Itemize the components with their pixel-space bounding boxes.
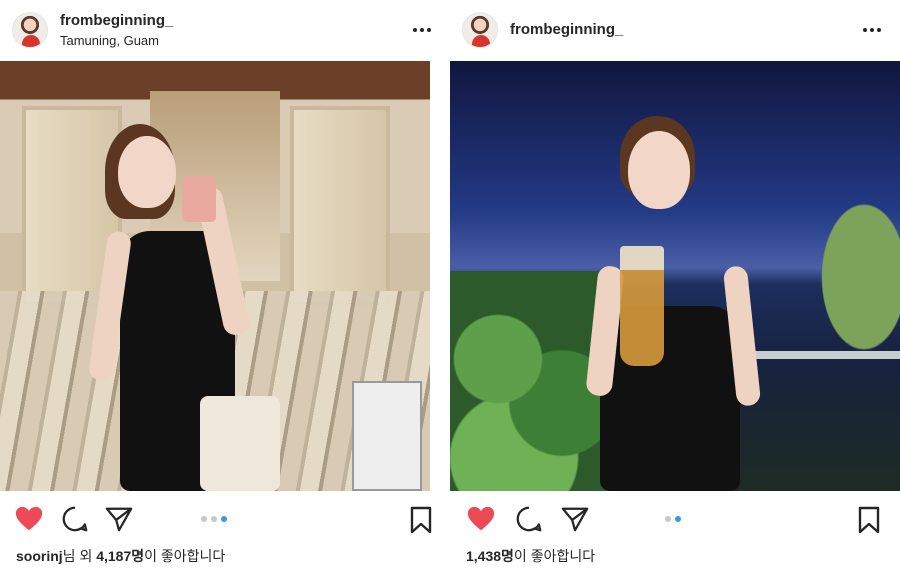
- share-icon[interactable]: [560, 504, 590, 534]
- carousel-dot: [665, 516, 671, 522]
- post-photo[interactable]: [450, 61, 900, 491]
- likes-count[interactable]: 4,187명: [96, 548, 144, 564]
- likes-suffix: 이 좋아합니다: [513, 548, 596, 564]
- avatar[interactable]: [12, 12, 48, 48]
- carousel-indicator: [665, 516, 681, 522]
- bookmark-icon[interactable]: [408, 506, 434, 534]
- likes-count[interactable]: 1,438명: [466, 548, 514, 564]
- carousel-dot-active: [221, 516, 227, 522]
- action-bar: [0, 500, 450, 540]
- carousel-dot: [211, 516, 217, 522]
- post-header: frombeginning_: [450, 0, 900, 60]
- more-options-icon[interactable]: [410, 18, 434, 42]
- post-2: frombeginning_ 1,438명이 좋아합니다: [450, 0, 900, 570]
- likes-summary: 1,438명이 좋아합니다: [466, 546, 595, 566]
- carousel-indicator: [201, 516, 227, 522]
- likes-summary: soorinj님 외 4,187명이 좋아합니다: [16, 546, 225, 566]
- more-options-icon[interactable]: [860, 18, 884, 42]
- post-header: frombeginning_ Tamuning, Guam: [0, 0, 450, 60]
- bookmark-icon[interactable]: [856, 506, 882, 534]
- avatar[interactable]: [462, 12, 498, 48]
- heart-icon[interactable]: [14, 504, 44, 534]
- liked-by-user[interactable]: soorinj: [16, 548, 63, 564]
- comment-icon[interactable]: [514, 504, 544, 534]
- comment-icon[interactable]: [60, 504, 90, 534]
- carousel-dot: [201, 516, 207, 522]
- location[interactable]: Tamuning, Guam: [60, 33, 159, 48]
- person-figure: [585, 116, 790, 491]
- carousel-dot-active: [675, 516, 681, 522]
- post-photo[interactable]: [0, 61, 430, 491]
- heart-icon[interactable]: [466, 504, 496, 534]
- post-1: frombeginning_ Tamuning, Guam soorinj님 외…: [0, 0, 450, 570]
- username[interactable]: frombeginning_: [510, 21, 623, 38]
- likes-mid-text: 님 외: [62, 548, 97, 564]
- action-bar: [450, 500, 900, 540]
- person-figure: [70, 116, 290, 491]
- username[interactable]: frombeginning_: [60, 12, 173, 29]
- likes-suffix: 이 좋아합니다: [144, 548, 226, 564]
- share-icon[interactable]: [104, 504, 134, 534]
